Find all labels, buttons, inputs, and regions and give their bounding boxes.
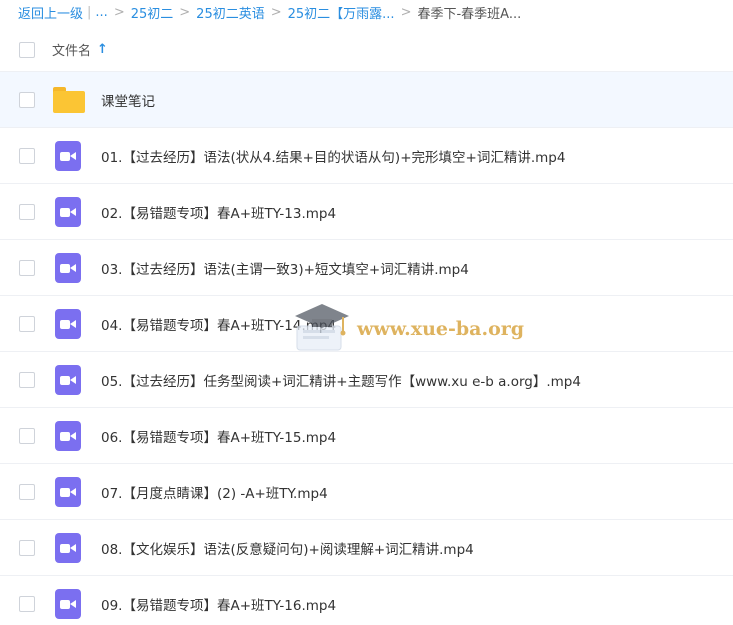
file-name[interactable]: 03.【过去经历】语法(主谓一致3)+短文填空+词汇精讲.mp4 (101, 258, 469, 278)
file-name[interactable]: 01.【过去经历】语法(状从4.结果+目的状语从句)+完形填空+词汇精讲.mp4 (101, 146, 565, 166)
filename-column-label: 文件名 (52, 44, 92, 59)
breadcrumb-ellipsis[interactable]: ... (95, 5, 107, 20)
file-name[interactable]: 09.【易错题专项】春A+班TY-16.mp4 (101, 594, 336, 614)
list-item[interactable]: 02.【易错题专项】春A+班TY-13.mp4 (0, 184, 733, 240)
breadcrumb: 返回上一级 | ... > 25初二 > 25初二英语 > 25初二【万雨露..… (0, 0, 733, 24)
video-file-icon (52, 141, 84, 171)
breadcrumb-item-25-grade8-english[interactable]: 25初二英语 (196, 3, 265, 22)
row-checkbox[interactable] (19, 596, 35, 612)
file-name[interactable]: 课堂笔记 (101, 90, 155, 110)
folder-icon (52, 85, 85, 115)
row-checkbox[interactable] (19, 148, 35, 164)
row-checkbox[interactable] (19, 540, 35, 556)
video-file-icon (52, 533, 84, 563)
breadcrumb-item-teacher[interactable]: 25初二【万雨露... (288, 3, 395, 22)
video-file-icon (52, 309, 84, 339)
file-name[interactable]: 06.【易错题专项】春A+班TY-15.mp4 (101, 426, 336, 446)
breadcrumb-separator: > (400, 4, 412, 20)
row-checkbox[interactable] (19, 260, 35, 276)
breadcrumb-item-25-grade8[interactable]: 25初二 (131, 3, 174, 22)
row-checkbox[interactable] (19, 92, 35, 108)
video-file-icon (52, 477, 84, 507)
video-file-icon (52, 197, 84, 227)
breadcrumb-separator: > (113, 4, 125, 20)
filename-column-header[interactable]: 文件名 ↑ (52, 40, 108, 59)
file-name[interactable]: 07.【月度点睛课】(2) -A+班TY.mp4 (101, 482, 328, 502)
file-name[interactable]: 04.【易错题专项】春A+班TY-14.mp4 (101, 314, 336, 334)
select-all-checkbox[interactable] (19, 41, 35, 58)
list-item[interactable]: 03.【过去经历】语法(主谓一致3)+短文填空+词汇精讲.mp4 (0, 240, 733, 296)
list-item[interactable]: 05.【过去经历】任务型阅读+词汇精讲+主题写作【www.xu e-b a.or… (0, 352, 733, 408)
arrow-up-icon[interactable]: ↑ (97, 42, 108, 57)
breadcrumb-separator: > (270, 4, 282, 20)
video-file-icon (52, 253, 84, 283)
video-file-icon (52, 421, 84, 451)
video-file-icon (52, 589, 84, 619)
file-browser: 返回上一级 | ... > 25初二 > 25初二英语 > 25初二【万雨露..… (0, 0, 733, 625)
breadcrumb-divider: | (87, 4, 92, 20)
breadcrumb-separator: > (179, 4, 191, 20)
file-list: 课堂笔记 01.【过去经历】语法(状从4.结果+目的状语从句)+完形填空+词汇精… (0, 72, 733, 625)
row-checkbox[interactable] (19, 372, 35, 388)
row-checkbox[interactable] (19, 484, 35, 500)
list-header: 文件名 ↑ (0, 28, 733, 72)
breadcrumb-current: 春季下-春季班A... (417, 6, 522, 22)
row-checkbox[interactable] (19, 204, 35, 220)
list-item[interactable]: 08.【文化娱乐】语法(反意疑问句)+阅读理解+词汇精讲.mp4 (0, 520, 733, 576)
row-checkbox[interactable] (19, 316, 35, 332)
file-name[interactable]: 08.【文化娱乐】语法(反意疑问句)+阅读理解+词汇精讲.mp4 (101, 538, 474, 558)
list-item[interactable]: 04.【易错题专项】春A+班TY-14.mp4 (0, 296, 733, 352)
file-name[interactable]: 05.【过去经历】任务型阅读+词汇精讲+主题写作【www.xu e-b a.or… (101, 370, 581, 390)
back-link[interactable]: 返回上一级 (18, 3, 83, 22)
file-name[interactable]: 02.【易错题专项】春A+班TY-13.mp4 (101, 202, 336, 222)
list-item[interactable]: 06.【易错题专项】春A+班TY-15.mp4 (0, 408, 733, 464)
list-item[interactable]: 09.【易错题专项】春A+班TY-16.mp4 (0, 576, 733, 625)
video-file-icon (52, 365, 84, 395)
row-checkbox[interactable] (19, 428, 35, 444)
list-item[interactable]: 01.【过去经历】语法(状从4.结果+目的状语从句)+完形填空+词汇精讲.mp4 (0, 128, 733, 184)
list-item-folder[interactable]: 课堂笔记 (0, 72, 733, 128)
list-item[interactable]: 07.【月度点睛课】(2) -A+班TY.mp4 (0, 464, 733, 520)
